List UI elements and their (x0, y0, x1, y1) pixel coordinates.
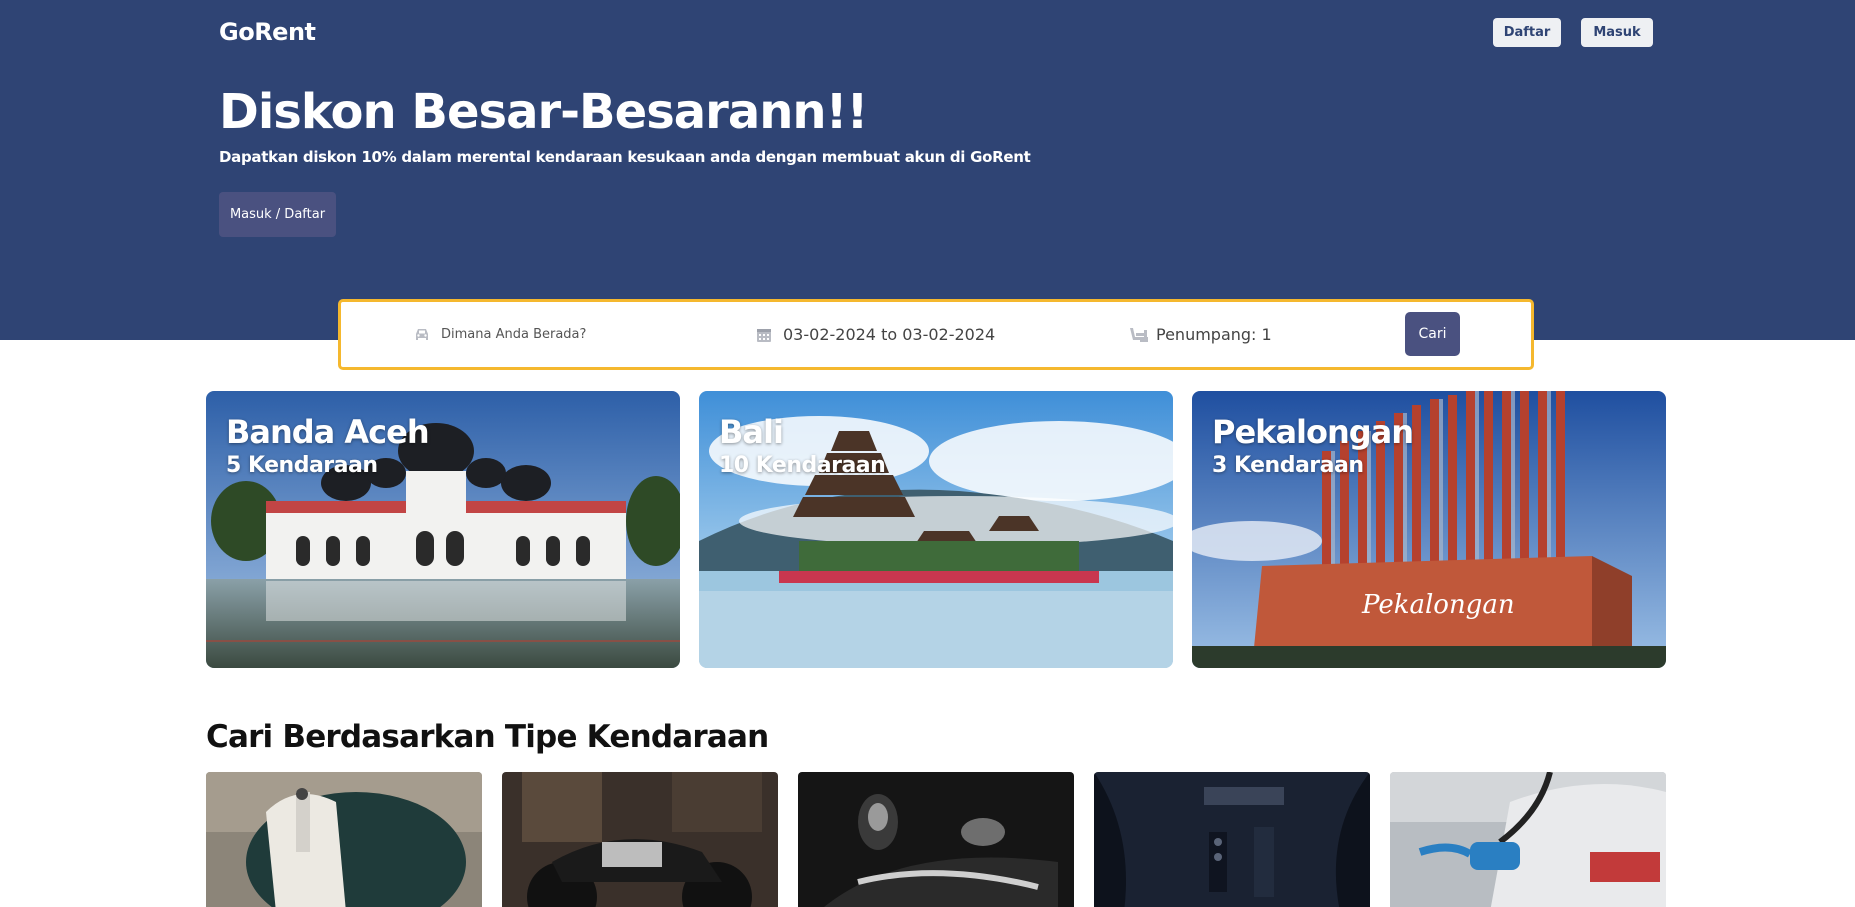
location-placeholder: Dimana Anda Berada? (441, 327, 587, 342)
vehicle-type-manual[interactable] (1094, 772, 1370, 907)
passenger-field[interactable]: Penumpang: 1 (1128, 302, 1272, 367)
scooter-image (206, 772, 482, 907)
register-button[interactable]: Daftar (1493, 18, 1561, 47)
city-vehicle-count: 3 Kendaraan (1212, 453, 1364, 478)
city-card-pekalongan[interactable]: Pekalongan Pekalongan 3 Kendaraan (1192, 391, 1666, 668)
city-vehicle-count: 10 Kendaraan (719, 453, 886, 478)
vehicle-type-scooter[interactable] (206, 772, 482, 907)
svg-text:Pekalongan: Pekalongan (1361, 590, 1515, 620)
hero-banner: GoRent Daftar Masuk Diskon Besar-Besaran… (0, 0, 1855, 340)
city-name: Banda Aceh (226, 413, 430, 451)
vehicle-type-automatic[interactable] (798, 772, 1074, 907)
search-button[interactable]: Cari (1405, 312, 1460, 356)
hero-title: Diskon Besar-Besarann!! (219, 84, 868, 140)
city-name: Pekalongan (1212, 413, 1414, 451)
passenger-value: Penumpang: 1 (1156, 325, 1272, 344)
gear-shift-image (798, 772, 1074, 907)
city-card-banda-aceh[interactable]: Banda Aceh 5 Kendaraan (206, 391, 680, 668)
login-button[interactable]: Masuk (1581, 18, 1653, 47)
search-bar: Dimana Anda Berada? 03-02-2024 to 03-02-… (338, 299, 1534, 370)
car-icon (413, 326, 431, 344)
logo[interactable]: GoRent (219, 18, 316, 46)
vehicle-type-section-title: Cari Berdasarkan Tipe Kendaraan (206, 719, 769, 755)
city-vehicle-count: 5 Kendaraan (226, 453, 378, 478)
vehicle-type-electric[interactable] (1390, 772, 1666, 907)
date-range-field[interactable]: 03-02-2024 to 03-02-2024 (755, 302, 995, 367)
calendar-icon (755, 326, 773, 344)
vehicle-type-motorcycle[interactable] (502, 772, 778, 907)
ev-charging-image (1390, 772, 1666, 907)
city-name: Bali (719, 413, 784, 451)
seat-icon (1128, 326, 1148, 344)
login-register-button[interactable]: Masuk / Daftar (219, 192, 336, 237)
hero-subtitle: Dapatkan diskon 10% dalam merental kenda… (219, 148, 1031, 166)
date-range-value: 03-02-2024 to 03-02-2024 (783, 325, 996, 344)
motorcycle-image (502, 772, 778, 907)
location-field[interactable]: Dimana Anda Berada? (413, 302, 586, 367)
car-interior-image (1094, 772, 1370, 907)
city-card-bali[interactable]: Bali 10 Kendaraan (699, 391, 1173, 668)
